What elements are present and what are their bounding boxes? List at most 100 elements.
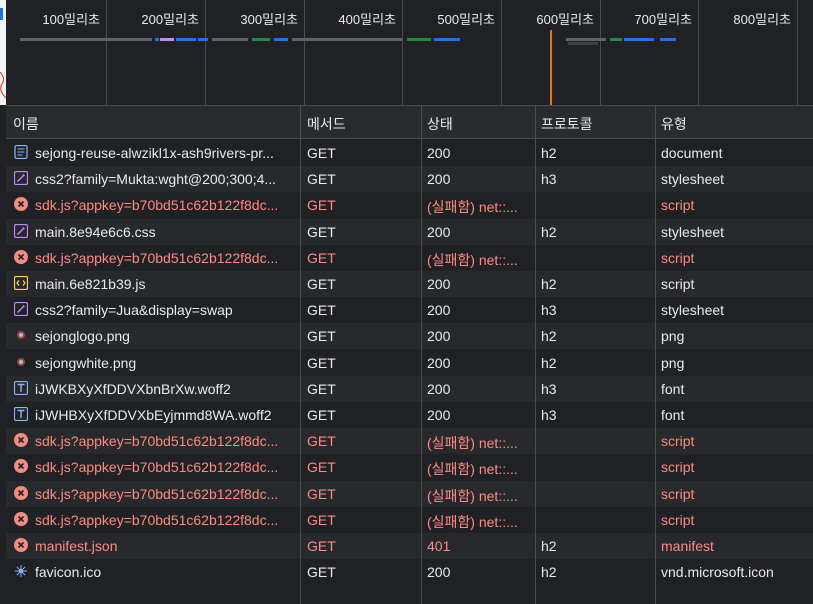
table-row[interactable]: iJWHBXyXfDDVXbEyjmmd8WA.woff2 GET 200 h3 fon… [6, 402, 813, 428]
error-icon [14, 511, 28, 526]
request-protocol: h2 [541, 276, 557, 292]
table-row[interactable]: main.8e94e6c6.css GET 200 h2 stylesheet [6, 218, 813, 245]
overview-bar [274, 38, 288, 41]
request-status: 200 [427, 223, 451, 240]
request-name: sejongwhite.png [35, 354, 137, 371]
overview-grid-line [304, 0, 305, 105]
overview-bar [176, 38, 196, 41]
error-icon [14, 249, 28, 264]
request-name: sejong-reuse-alwzikl1x-ash9rivers-pr... [35, 145, 274, 161]
request-method: GET [307, 328, 336, 345]
request-type: script [661, 433, 695, 450]
table-row[interactable]: sdk.js?appkey=b70bd51c62b122f8dc... GET (실… [6, 428, 813, 455]
request-method: GET [307, 564, 336, 581]
decorative-squiggle [0, 71, 7, 99]
request-method: GET [307, 459, 336, 476]
header-method[interactable]: 메서드 [307, 114, 346, 134]
column-divider[interactable] [655, 105, 656, 604]
request-type: script [661, 249, 695, 266]
request-name: main.8e94e6c6.css [35, 223, 156, 240]
table-row[interactable]: sdk.js?appkey=b70bd51c62b122f8dc... GET (실… [6, 454, 813, 480]
overview-bar [566, 38, 606, 41]
request-method: GET [307, 354, 336, 371]
request-name: sdk.js?appkey=b70bd51c62b122f8dc... [35, 197, 279, 214]
overview-grid-line [106, 0, 107, 105]
table-row[interactable]: sdk.js?appkey=b70bd51c62b122f8dc... GET (실… [6, 507, 813, 533]
column-divider[interactable] [300, 105, 301, 604]
image-thumbnail-icon [14, 328, 28, 342]
table-row[interactable]: css2?family=Mukta:wght@200;300;4... GET 20… [6, 166, 813, 193]
table-row[interactable]: main.6e821b39.js GET 200 h2 script [6, 271, 813, 297]
request-protocol: h3 [541, 380, 557, 397]
request-status: 200 [427, 564, 451, 581]
request-protocol: h2 [541, 223, 557, 240]
overview-grid-line [797, 0, 798, 105]
column-divider[interactable] [421, 105, 422, 604]
request-type: script [661, 485, 695, 502]
table-row[interactable]: sdk.js?appkey=b70bd51c62b122f8dc... GET (실… [6, 480, 813, 507]
request-status: (실패함) net::... [427, 199, 518, 216]
header-type[interactable]: 유형 [661, 114, 687, 134]
request-status: 200 [427, 276, 451, 292]
overview-bar [212, 38, 248, 41]
request-type: font [661, 380, 685, 397]
request-type: stylesheet [661, 171, 725, 188]
request-protocol: h3 [541, 171, 557, 188]
table-row[interactable]: sdk.js?appkey=b70bd51c62b122f8dc... GET (실… [6, 192, 813, 218]
stylesheet-icon [13, 223, 29, 238]
table-row[interactable]: sejongwhite.png GET 200 h2 png [6, 350, 813, 376]
request-method: GET [307, 223, 336, 240]
column-divider[interactable] [535, 105, 536, 604]
request-method: GET [307, 485, 336, 502]
request-method: GET [307, 407, 336, 423]
request-type: stylesheet [661, 302, 725, 319]
selection-handle[interactable] [0, 8, 3, 20]
request-name: iJWKBXyXfDDVXbnBrXw.woff2 [35, 380, 231, 397]
request-status: (실패함) net::... [427, 435, 518, 452]
request-method: GET [307, 511, 336, 528]
error-icon [14, 459, 28, 474]
table-header: 이름 메서드 상태 프로토콜 유형 [6, 105, 813, 139]
request-type: vnd.microsoft.icon [661, 564, 774, 581]
request-type: png [661, 354, 685, 371]
table-row[interactable]: css2?family=Jua&display=swap GET 200 h3 styl… [6, 297, 813, 323]
network-overview[interactable]: 100밀리초 200밀리초 300밀리초 400밀리초 500밀리초 600밀리초 700밀… [0, 0, 813, 105]
request-method: GET [307, 197, 336, 214]
table-row[interactable]: manifest.json GET 401 h2 manifest [6, 533, 813, 559]
table-row[interactable]: sejong-reuse-alwzikl1x-ash9rivers-pr... G… [6, 140, 813, 166]
request-name: sejonglogo.png [35, 328, 130, 345]
header-status[interactable]: 상태 [427, 114, 453, 134]
overview-bar [20, 38, 152, 41]
request-name: css2?family=Jua&display=swap [35, 302, 233, 319]
overview-bar [155, 38, 159, 41]
request-name: iJWHBXyXfDDVXbEyjmmd8WA.woff2 [35, 407, 272, 423]
table-row[interactable]: sdk.js?appkey=b70bd51c62b122f8dc... GET (실… [6, 245, 813, 271]
table-row[interactable]: favicon.ico GET 200 h2 vnd.microsoft.icon [6, 559, 813, 585]
request-status: 200 [427, 328, 451, 345]
overview-bar [198, 38, 208, 41]
error-icon [14, 433, 28, 448]
header-name[interactable]: 이름 [13, 114, 39, 134]
request-status: 200 [427, 302, 451, 319]
table-row[interactable]: iJWKBXyXfDDVXbnBrXw.woff2 GET 200 h3 font [6, 375, 813, 402]
font-icon [13, 406, 29, 422]
table-row[interactable]: sejonglogo.png GET 200 h2 png [6, 323, 813, 350]
stylesheet-icon [13, 302, 29, 317]
request-protocol: h2 [541, 354, 557, 371]
request-method: GET [307, 380, 336, 397]
request-status: 401 [427, 538, 451, 554]
load-event-marker [550, 30, 552, 105]
stylesheet-icon [13, 171, 29, 186]
header-protocol[interactable]: 프로토콜 [541, 114, 593, 134]
request-status: (실패함) net::... [427, 461, 518, 478]
overview-tick-label: 700밀리초 [634, 12, 692, 27]
request-method: GET [307, 145, 336, 161]
request-name: main.6e821b39.js [35, 276, 146, 292]
request-protocol: h2 [541, 564, 557, 581]
request-method: GET [307, 249, 336, 266]
font-icon [13, 380, 29, 395]
request-status: 200 [427, 354, 451, 371]
overview-bar [660, 38, 676, 41]
request-type: png [661, 328, 685, 345]
overview-bar [160, 38, 174, 41]
